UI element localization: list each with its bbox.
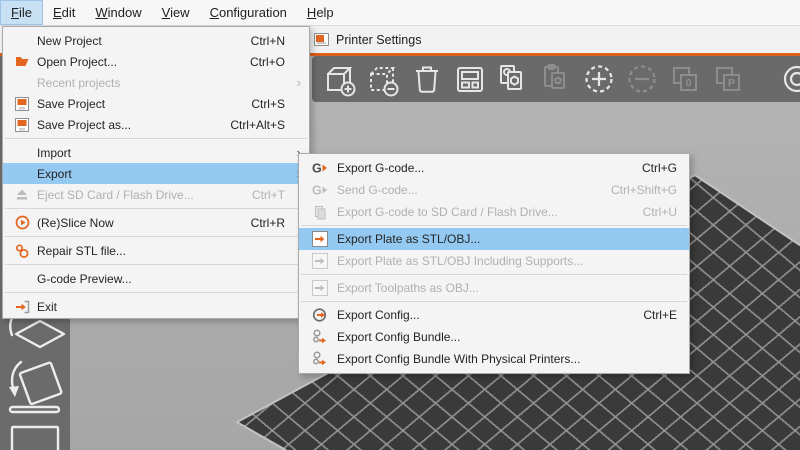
rotate-icon[interactable]: [10, 316, 64, 347]
repair-icon: [9, 244, 35, 258]
svg-text:G: G: [312, 184, 322, 198]
menu-file[interactable]: File: [0, 0, 43, 25]
menu-separator: [301, 274, 687, 275]
add-object-icon[interactable]: [322, 60, 360, 98]
remove-instance-icon[interactable]: [623, 60, 661, 98]
add-instance-icon[interactable]: [580, 60, 618, 98]
menu-item-gcode-preview[interactable]: G-code Preview...: [3, 268, 309, 289]
save-as-icon: [9, 118, 35, 132]
menu-item-export[interactable]: Export ›: [3, 163, 309, 184]
menu-separator: [5, 236, 307, 237]
submenu-item-export-config-bundle-physical[interactable]: Export Config Bundle With Physical Print…: [299, 348, 689, 370]
menu-separator: [301, 301, 687, 302]
split-to-parts-icon[interactable]: P: [709, 60, 747, 98]
paste-icon[interactable]: [537, 60, 575, 98]
gcode-icon-disabled: G: [305, 182, 335, 198]
exit-icon: [9, 300, 35, 314]
menu-item-repair-stl[interactable]: Repair STL file...: [3, 240, 309, 261]
menu-item-save-project-as[interactable]: Save Project as... Ctrl+Alt+S: [3, 114, 309, 135]
menu-separator: [301, 225, 687, 226]
config-icon: [305, 307, 335, 323]
export-box-icon-disabled: [305, 280, 335, 296]
eject-icon: [9, 188, 35, 201]
delete-all-icon[interactable]: [408, 60, 446, 98]
export-submenu: G Export G-code... Ctrl+G G Send G-code.…: [298, 153, 690, 374]
menu-item-open-project[interactable]: Open Project... Ctrl+O: [3, 51, 309, 72]
place-on-face-icon[interactable]: [9, 362, 62, 412]
sd-copy-icon: [305, 205, 335, 220]
gcode-icon: G: [305, 160, 335, 176]
tab-printer-settings[interactable]: Printer Settings: [312, 26, 431, 53]
open-folder-icon: [9, 55, 35, 68]
arrange-icon[interactable]: [451, 60, 489, 98]
menu-window[interactable]: Window: [85, 0, 151, 25]
menu-item-eject-sd-card[interactable]: Eject SD Card / Flash Drive... Ctrl+T: [3, 184, 309, 205]
svg-text:G: G: [312, 162, 322, 176]
menu-item-exit[interactable]: Exit: [3, 296, 309, 317]
export-box-icon: [305, 231, 335, 247]
submenu-item-export-config[interactable]: Export Config... Ctrl+E: [299, 304, 689, 326]
menu-item-import[interactable]: Import ›: [3, 142, 309, 163]
printer-icon: [314, 33, 329, 46]
tab-label: Printer Settings: [336, 33, 421, 47]
menu-help[interactable]: Help: [297, 0, 344, 25]
submenu-item-export-plate-stl-supports[interactable]: Export Plate as STL/OBJ Including Suppor…: [299, 250, 689, 272]
bundle-icon: [305, 351, 335, 367]
menu-bar: File Edit Window View Configuration Help: [0, 0, 800, 26]
menu-item-new-project[interactable]: New Project Ctrl+N: [3, 30, 309, 51]
menu-edit[interactable]: Edit: [43, 0, 85, 25]
submenu-item-send-gcode[interactable]: G Send G-code... Ctrl+Shift+G: [299, 179, 689, 201]
menu-separator: [5, 208, 307, 209]
submenu-item-export-plate-stl[interactable]: Export Plate as STL/OBJ...: [299, 228, 689, 250]
menu-item-reslice-now[interactable]: (Re)Slice Now Ctrl+R: [3, 212, 309, 233]
svg-text:0: 0: [685, 78, 691, 90]
submenu-item-export-gcode-sd[interactable]: Export G-code to SD Card / Flash Drive..…: [299, 201, 689, 223]
menu-item-recent-projects[interactable]: Recent projects ›: [3, 72, 309, 93]
remove-object-icon[interactable]: [365, 60, 403, 98]
menu-view[interactable]: View: [152, 0, 200, 25]
submenu-item-export-config-bundle[interactable]: Export Config Bundle...: [299, 326, 689, 348]
submenu-item-export-gcode[interactable]: G Export G-code... Ctrl+G: [299, 157, 689, 179]
menu-separator: [5, 264, 307, 265]
bundle-icon: [305, 329, 335, 345]
menu-item-save-project[interactable]: Save Project Ctrl+S: [3, 93, 309, 114]
split-to-objects-icon[interactable]: 0: [666, 60, 704, 98]
save-icon: [9, 97, 35, 111]
scale-icon[interactable]: [12, 427, 58, 450]
menu-separator: [5, 292, 307, 293]
reslice-icon: [9, 215, 35, 230]
svg-text:P: P: [728, 78, 735, 90]
main-toolbar: 0 P: [312, 56, 800, 102]
copy-icon[interactable]: [494, 60, 532, 98]
scale-partial-icon[interactable]: [778, 60, 800, 98]
menu-separator: [5, 138, 307, 139]
file-menu: New Project Ctrl+N Open Project... Ctrl+…: [2, 26, 310, 319]
menu-configuration[interactable]: Configuration: [200, 0, 297, 25]
export-box-icon-disabled: [305, 253, 335, 269]
submenu-item-export-toolpaths-obj[interactable]: Export Toolpaths as OBJ...: [299, 277, 689, 299]
